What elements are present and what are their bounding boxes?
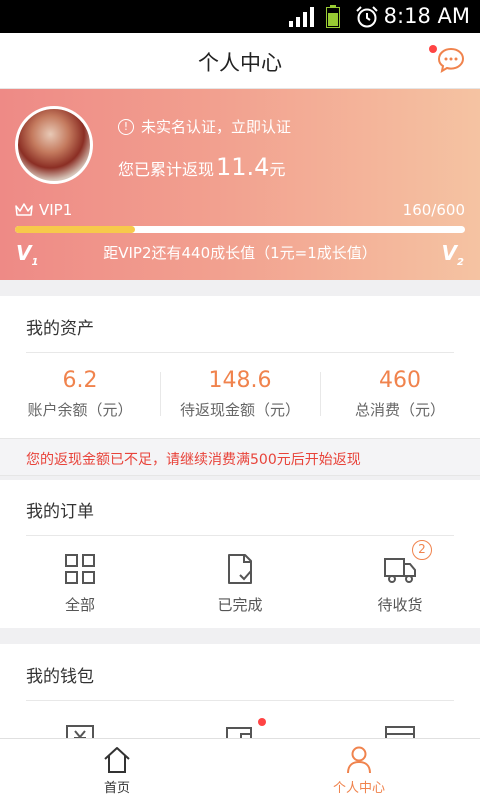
unread-dot [258, 718, 266, 726]
asset-label: 待返现金额（元） [179, 401, 300, 419]
asset-balance[interactable]: 6.2 账户余额（元） [0, 368, 160, 420]
notice-text: 您的返现金额已不足，请继续消费满500元后开始返现 [26, 452, 361, 468]
asset-value: 460 [379, 368, 421, 393]
count-badge: 2 [412, 540, 432, 560]
info-icon: ! [118, 118, 134, 135]
bottom-nav: 首页 个人中心 [0, 738, 480, 800]
growth-progress-fill [15, 226, 136, 233]
orders-title[interactable]: 我的订单 [26, 497, 94, 522]
nav-label: 首页 [103, 781, 130, 796]
asset-value: 6.2 [62, 368, 98, 393]
vip-row: VIP1 160/600 [15, 201, 465, 219]
tile-label: 全部 [64, 596, 95, 614]
cashback-label: 您已累计返现 [118, 160, 215, 179]
clock: 8:18 AM [383, 4, 470, 28]
profile-header: ! 未实名认证，立即认证 您已累计返现11.4元 VIP1 160/600 V1… [0, 89, 480, 280]
orders-card: 我的订单 全部 已完成 2 待收货 [0, 480, 480, 628]
asset-pending-cashback[interactable]: 148.6 待返现金额（元） [160, 368, 320, 420]
tile-label: 待收货 [377, 596, 423, 614]
document-check-icon [228, 554, 252, 584]
asset-label: 总消费（元） [354, 401, 445, 419]
nav-home[interactable]: 首页 [57, 745, 177, 796]
asset-value: 148.6 [208, 368, 272, 393]
crown-icon [15, 203, 33, 216]
nav-label: 个人中心 [332, 781, 385, 796]
bank-card-icon [385, 726, 415, 738]
cashback-unit: 元 [269, 160, 286, 179]
asset-total-spend[interactable]: 460 总消费（元） [320, 368, 480, 420]
title-bar: 个人中心 [0, 33, 480, 89]
tile-label: 已完成 [217, 596, 263, 614]
divider [26, 352, 454, 353]
wallet-item-card[interactable] [320, 722, 480, 738]
verify-text: 未实名认证，立即认证 [141, 118, 292, 136]
grid-icon [65, 554, 95, 584]
page-title: 个人中心 [198, 51, 282, 75]
avatar[interactable] [15, 106, 93, 184]
truck-icon [384, 558, 416, 583]
divider [26, 535, 454, 536]
alarm-icon [356, 6, 378, 28]
cashback-notice: 您的返现金额已不足，请继续消费满500元后开始返现 [0, 438, 480, 476]
message-icon[interactable] [436, 45, 466, 75]
verify-link[interactable]: ! 未实名认证，立即认证 [118, 116, 291, 137]
level-next-badge: V2 [441, 241, 464, 268]
home-icon [104, 747, 130, 773]
growth-hint: 距VIP2还有440成长值（1元=1成长值） [103, 244, 377, 262]
assets-card: 我的资产 6.2 账户余额（元） 148.6 待返现金额（元） 460 总消费（… [0, 296, 480, 438]
signal-icon [289, 7, 314, 27]
asset-label: 账户余额（元） [27, 401, 133, 419]
growth-progress-bar [15, 226, 465, 233]
battery-icon [326, 5, 340, 28]
wallet-title[interactable]: 我的钱包 [26, 662, 94, 687]
order-pending-receipt[interactable]: 2 待收货 [320, 540, 480, 615]
wallet-icon [226, 727, 252, 738]
person-icon [347, 746, 371, 774]
cashback-summary: 您已累计返现11.4元 [118, 153, 285, 181]
growth-progress: 160/600 [402, 201, 465, 219]
cash-icon [66, 725, 94, 738]
vip-level: VIP1 [39, 201, 73, 219]
assets-title: 我的资产 [26, 319, 94, 339]
cashback-amount: 11.4 [216, 153, 270, 181]
order-completed[interactable]: 已完成 [160, 552, 320, 615]
wallet-item-cash[interactable] [0, 722, 160, 738]
divider [26, 700, 454, 701]
wallet-item-gift[interactable] [160, 718, 320, 738]
order-all[interactable]: 全部 [0, 552, 160, 615]
wallet-card: 我的钱包 [0, 644, 480, 738]
nav-profile[interactable]: 个人中心 [299, 745, 419, 796]
status-bar: 8:18 AM [0, 0, 480, 33]
